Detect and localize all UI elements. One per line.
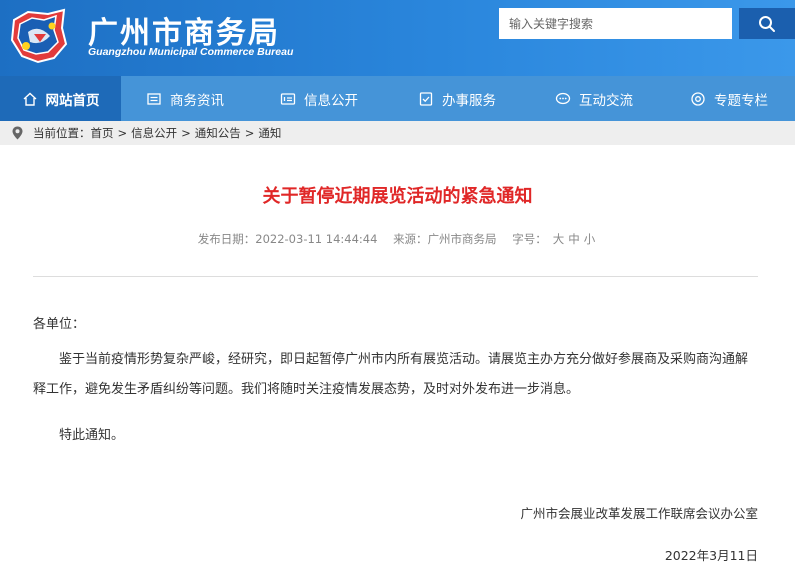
nav-item-label: 网站首页 [45,92,100,109]
publish-date: 发布日期：2022-03-11 14:44:44 [198,232,378,246]
news-icon [146,91,162,107]
breadcrumb: 当前位置： 首页 > 信息公开 > 通知公告 > 通知 [0,121,795,145]
nav-item-label: 信息公开 [304,92,358,109]
salutation: 各单位： [33,317,86,332]
article-title: 关于暂停近期展览活动的紧急通知 [262,186,533,207]
date-label: 发布日期： [197,232,256,246]
date-value: 2022-03-11 14:44:44 [255,232,378,246]
home-icon [22,91,38,107]
nav-item-label: 商务资讯 [170,92,224,109]
breadcrumb-separator: > [181,126,191,140]
info-icon [280,91,296,107]
site-subtitle: Guangzhou Municipal Commerce Bureau [88,46,294,58]
article-paragraph: 鉴于当前疫情形势复杂严峻，经研究，即日起暂停广州市内所有展览活动。请展览主办方充… [33,352,749,397]
chat-icon [555,91,571,107]
main-nav: 网站首页 商务资讯 信息公开 办事服务 互动交流 专题专栏 [0,76,795,121]
breadcrumb-home[interactable]: 首页 [91,125,114,141]
breadcrumb-separator: > [244,126,255,140]
source: 来源：广州市商务局 [393,232,497,246]
nav-item-home[interactable]: 网站首页 [0,76,121,121]
nav-item-news[interactable]: 商务资讯 [121,76,249,121]
city-emblem-icon[interactable] [8,6,70,68]
search-input[interactable] [499,8,732,39]
service-icon [418,91,434,107]
breadcrumb-info[interactable]: 信息公开 [131,125,177,141]
signature: 广州市会展业改革发展工作联席会议办公室 [520,506,758,521]
nav-item-service[interactable]: 办事服务 [389,76,525,121]
nav-item-info[interactable]: 信息公开 [249,76,389,121]
search-icon [759,15,775,32]
font-size-large[interactable]: 大 [553,232,565,246]
sign-date: 2022年3月11日 [664,548,758,563]
nav-item-label: 互动交流 [579,92,633,109]
source-value: 广州市商务局 [427,232,497,246]
nav-item-chat[interactable]: 互动交流 [525,76,663,121]
search-button[interactable] [739,8,795,39]
location-pin-icon [12,126,23,140]
nav-item-label: 办事服务 [442,92,496,109]
divider [33,276,758,277]
font-size-small[interactable]: 小 [584,232,596,246]
topic-icon [690,91,706,107]
article-closing: 特此通知。 [59,428,125,443]
font-size-medium[interactable]: 中 [568,232,580,246]
nav-item-topic[interactable]: 专题专栏 [663,76,795,121]
breadcrumb-notices[interactable]: 通知公告 [195,125,241,141]
breadcrumb-separator: > [117,126,128,140]
font-label: 字号： [512,232,547,246]
breadcrumb-notice[interactable]: 通知 [258,125,281,141]
site-header: 广州市商务局 Guangzhou Municipal Commerce Bure… [0,0,795,76]
breadcrumb-prefix: 当前位置： [33,126,91,140]
nav-item-label: 专题专栏 [714,92,768,109]
font-size-control: 字号： 大中小 [512,232,597,246]
article-meta: 发布日期：2022-03-11 14:44:44 来源：广州市商务局 字号： 大中… [0,231,795,247]
source-label: 来源： [393,232,428,246]
